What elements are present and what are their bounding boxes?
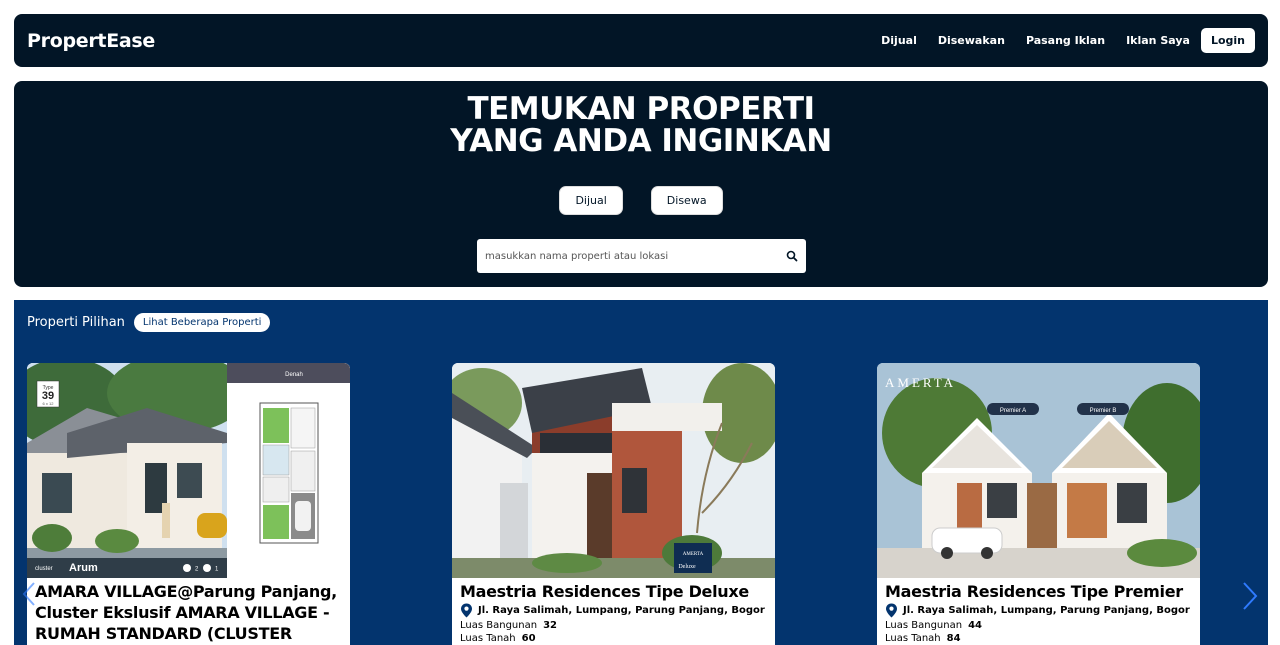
search-box	[477, 239, 806, 273]
cluster-prefix: cluster	[35, 566, 53, 572]
see-properties-button[interactable]: Lihat Beberapa Properti	[133, 313, 271, 332]
property-title[interactable]: Maestria Residences Tipe Premier	[885, 581, 1192, 602]
nav-link-iklan-saya[interactable]: Iklan Saya	[1126, 34, 1190, 47]
hero-section: TEMUKAN PROPERTI YANG ANDA INGINKAN Diju…	[14, 81, 1268, 287]
property-location-text: Jl. Raya Salimah, Lumpang, Parung Panjan…	[903, 605, 1190, 616]
property-land-area: Luas Tanah 84	[885, 633, 1192, 644]
location-pin-icon	[460, 603, 473, 618]
login-button[interactable]: Login	[1200, 28, 1255, 53]
property-location: Jl. Raya Salimah, Lumpang, Parung Panjan…	[885, 603, 1192, 618]
property-land-area: Luas Tanah 60	[460, 633, 767, 644]
property-card-deluxe[interactable]: AMERTA Deluxe Maestria Residences Tipe D…	[452, 363, 775, 645]
project-brand: AMERTA	[885, 375, 956, 390]
top-navbar: PropertEase Dijual Disewakan Pasang Ikla…	[14, 14, 1268, 67]
property-image: AMERTA Premier A Premier B	[877, 363, 1200, 578]
featured-section: Properti Pilihan Lihat Beberapa Properti	[14, 300, 1268, 645]
brand-logo[interactable]: PropertEase	[27, 30, 155, 52]
hero-title: TEMUKAN PROPERTI YANG ANDA INGINKAN	[14, 93, 1268, 157]
carousel-prev-icon[interactable]	[20, 580, 38, 608]
type-badge-size: 6 x 12	[43, 401, 55, 406]
hero-title-line-2: YANG ANDA INGINKAN	[450, 123, 832, 159]
property-building-area: Luas Bangunan 44	[885, 620, 1192, 631]
property-card-body: Maestria Residences Tipe Deluxe Jl. Raya…	[452, 578, 775, 645]
property-location-text: Jl. Raya Salimah, Lumpang, Parung Panjan…	[478, 605, 765, 616]
spec-value: 60	[521, 633, 536, 644]
nav-link-disewakan[interactable]: Disewakan	[938, 34, 1005, 47]
property-card-amara[interactable]: Type 39 6 x 12 Denah 2 1 cluster Arum AM…	[27, 363, 350, 645]
featured-title: Properti Pilihan	[27, 315, 125, 330]
property-location: Jl. Raya Salimah, Lumpang, Parung Panjan…	[460, 603, 767, 618]
property-image: Type 39 6 x 12 Denah 2 1 cluster Arum	[27, 363, 350, 578]
sign-brand: AMERTA	[683, 552, 704, 557]
tab-dijual[interactable]: Dijual	[559, 186, 623, 215]
featured-header: Properti Pilihan Lihat Beberapa Properti	[27, 313, 271, 332]
tab-disewa[interactable]: Disewa	[650, 186, 723, 215]
floor-plan-label: Denah	[285, 372, 303, 378]
nav-link-dijual[interactable]: Dijual	[881, 34, 917, 47]
cluster-name: Arum	[69, 562, 98, 574]
property-building-area: Luas Bangunan 32	[460, 620, 767, 631]
spec-label: Luas Tanah	[885, 633, 941, 644]
property-card-body: Maestria Residences Tipe Premier Jl. Ray…	[877, 578, 1200, 645]
property-image: AMERTA Deluxe	[452, 363, 775, 578]
property-card-premier[interactable]: AMERTA Premier A Premier B Maestria Resi…	[877, 363, 1200, 645]
hero-title-line-1: TEMUKAN PROPERTI	[467, 91, 815, 127]
spec-value: 44	[968, 620, 982, 631]
spec-value: 32	[543, 620, 557, 631]
carousel-next-icon[interactable]	[1240, 580, 1260, 612]
location-pin-icon	[885, 603, 898, 618]
search-icon[interactable]	[786, 250, 798, 262]
hero-tabs: Dijual Disewa	[14, 186, 1268, 215]
nav-link-pasang-iklan[interactable]: Pasang Iklan	[1026, 34, 1105, 47]
sign-type: Deluxe	[678, 564, 696, 570]
search-input[interactable]	[485, 250, 786, 262]
premier-a-label: Premier A	[1000, 408, 1026, 414]
premier-b-label: Premier B	[1090, 408, 1117, 414]
spec-value: 84	[946, 633, 961, 644]
property-title[interactable]: AMARA VILLAGE@Parung Panjang, Cluster Ek…	[35, 581, 342, 645]
nav-links: Dijual Disewakan Pasang Iklan Iklan Saya…	[860, 28, 1255, 53]
spec-label: Luas Bangunan	[460, 620, 538, 631]
property-title[interactable]: Maestria Residences Tipe Deluxe	[460, 581, 767, 602]
property-card-body: AMARA VILLAGE@Parung Panjang, Cluster Ek…	[27, 578, 350, 645]
spec-label: Luas Bangunan	[885, 620, 963, 631]
spec-label: Luas Tanah	[460, 633, 516, 644]
